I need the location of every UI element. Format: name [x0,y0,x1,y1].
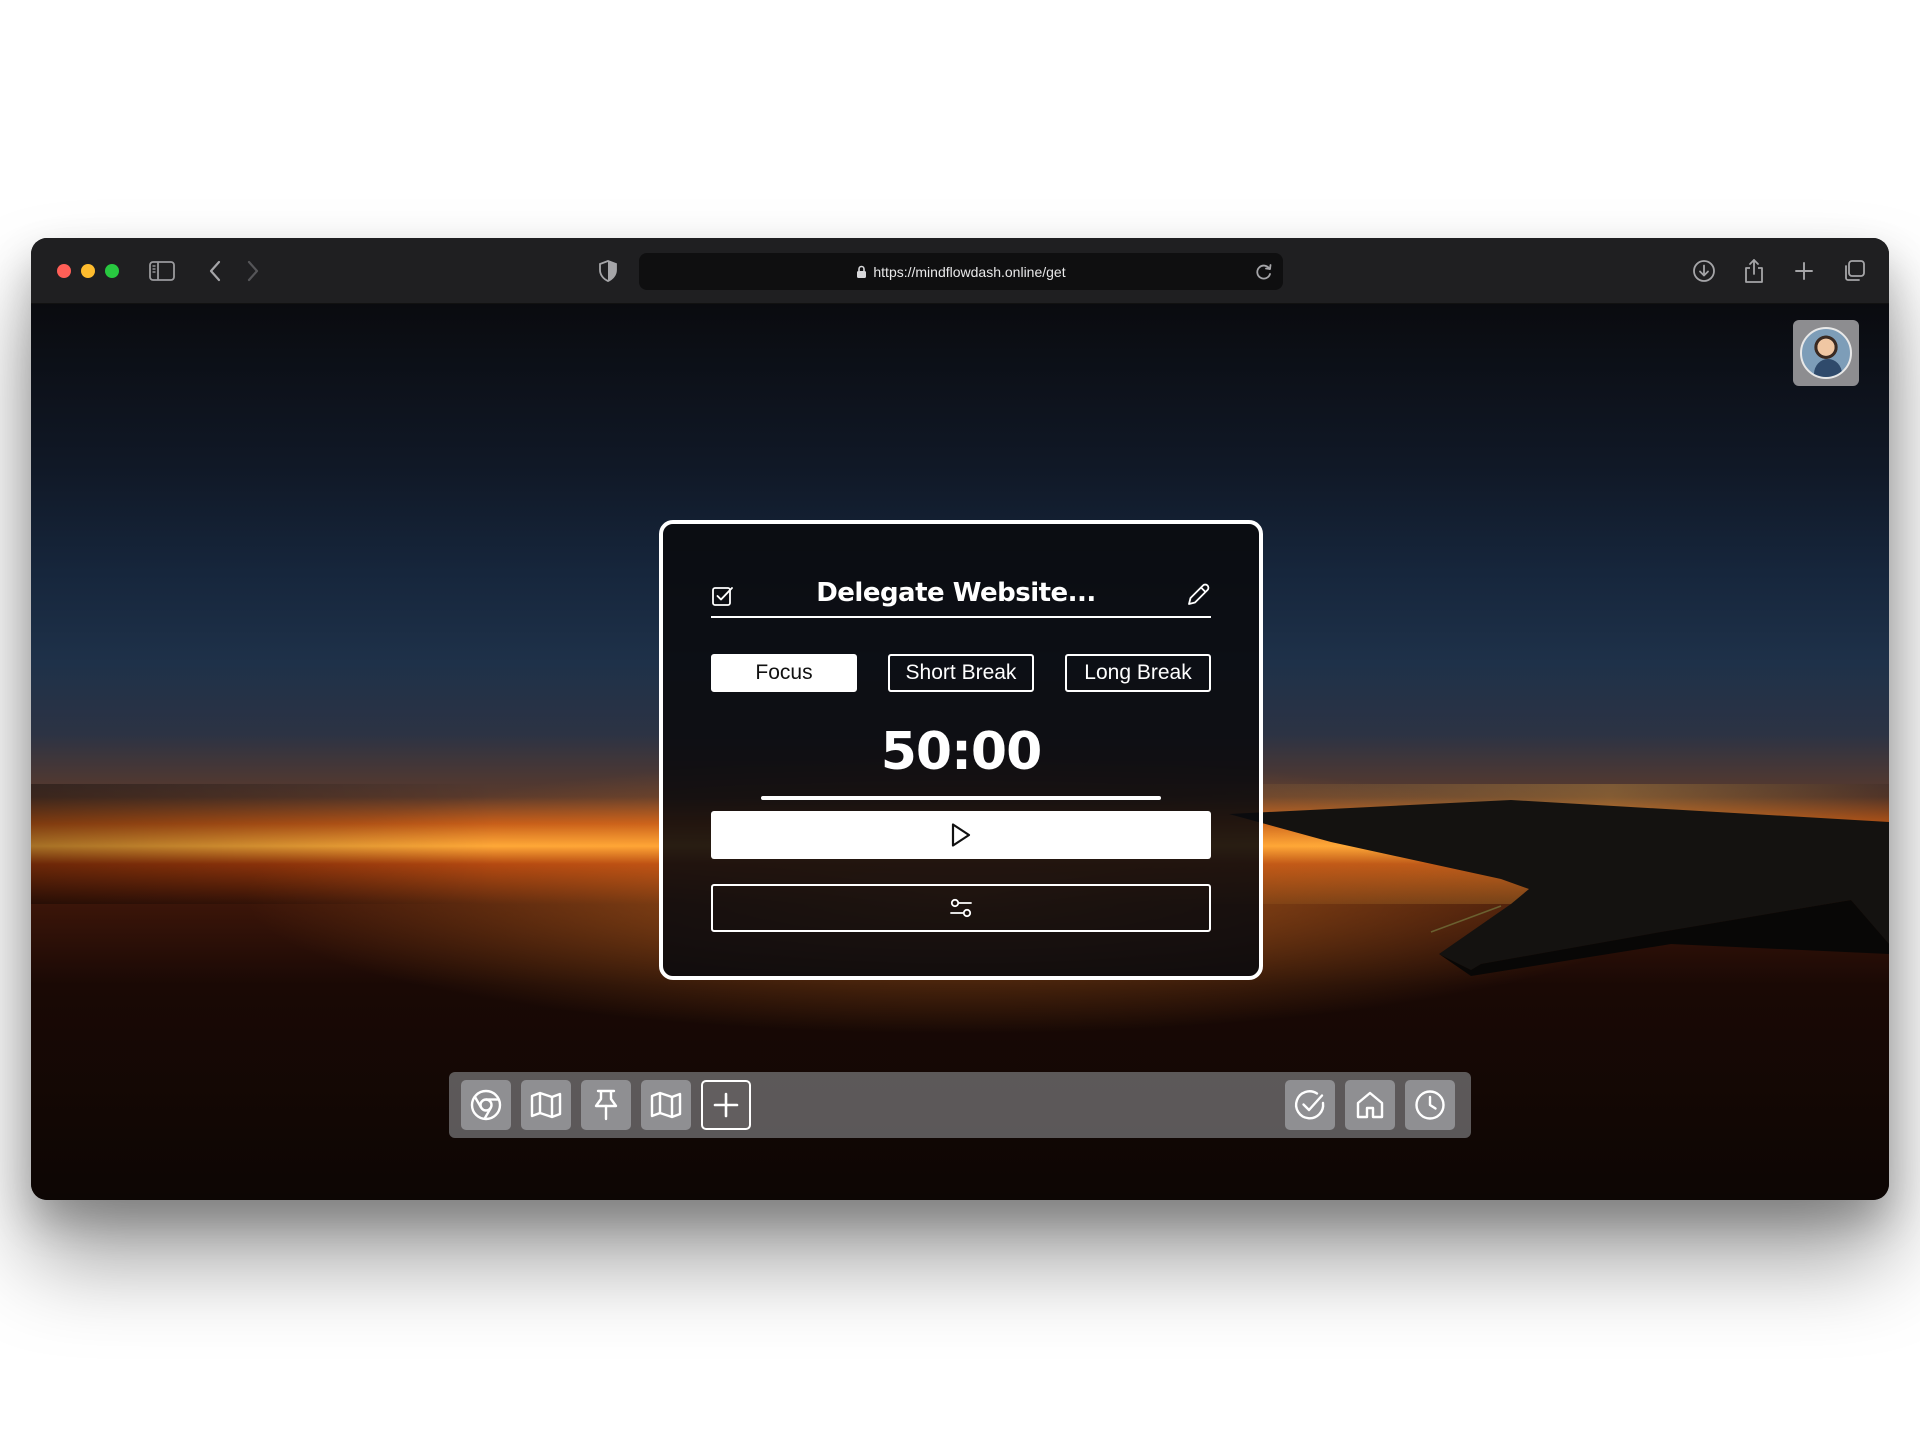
plus-icon [713,1092,739,1118]
downloads-button[interactable] [1688,255,1720,287]
app-dock [449,1072,1471,1138]
zoom-window-button[interactable] [105,264,119,278]
tab-overview-icon [1845,260,1865,281]
tab-long-break[interactable]: Long Break [1065,654,1211,692]
dock-home-button[interactable] [1345,1080,1395,1130]
address-bar[interactable]: https://mindflowdash.online/get [639,253,1283,290]
browser-toolbar: https://mindflowdash.online/get [31,238,1889,304]
download-icon [1693,260,1715,282]
map-icon [650,1091,682,1119]
pomodoro-card: Delegate Website... Focus Short Break Lo… [659,520,1263,980]
browser-window: https://mindflowdash.online/get Delegate… [31,238,1889,1200]
forward-button[interactable] [237,255,269,287]
new-tab-button[interactable] [1788,255,1820,287]
home-icon [1356,1091,1384,1119]
dock-pin-button[interactable] [581,1080,631,1130]
url-text: https://mindflowdash.online/get [873,263,1066,280]
sliders-icon [950,898,972,918]
timer-progress-fill [761,796,1161,800]
minimize-window-button[interactable] [81,264,95,278]
clock-icon [1415,1090,1445,1120]
current-task-row: Delegate Website... [711,576,1211,618]
timer-progress-bar [761,796,1161,800]
sidebar-icon [149,261,175,281]
dock-clock-button[interactable] [1405,1080,1455,1130]
checkbox-icon[interactable] [711,584,735,608]
tab-focus[interactable]: Focus [711,654,857,692]
profile-button[interactable] [1793,320,1859,386]
dock-chrome-button[interactable] [461,1080,511,1130]
start-timer-button[interactable] [711,811,1211,859]
privacy-report-button[interactable] [592,255,624,287]
share-icon [1745,259,1763,283]
lock-icon [856,265,867,279]
pin-icon [594,1089,618,1121]
avatar [1800,327,1852,379]
dock-tasks-button[interactable] [1285,1080,1335,1130]
chrome-icon [470,1089,502,1121]
timer-settings-button[interactable] [711,884,1211,932]
check-circle-icon [1295,1090,1325,1120]
back-button[interactable] [199,255,231,287]
chevron-right-icon [247,260,259,282]
map-icon [530,1091,562,1119]
tab-short-break[interactable]: Short Break [888,654,1034,692]
chevron-left-icon [209,260,221,282]
dock-add-button[interactable] [701,1080,751,1130]
pencil-icon[interactable] [1185,582,1211,608]
tab-overview-button[interactable] [1838,255,1870,287]
close-window-button[interactable] [57,264,71,278]
dock-map-button[interactable] [521,1080,571,1130]
dock-map-button-2[interactable] [641,1080,691,1130]
task-title: Delegate Website... [816,578,1096,608]
share-button[interactable] [1738,255,1770,287]
play-icon [951,823,971,847]
sidebar-toggle-button[interactable] [146,255,178,287]
privacy-shield-icon [599,260,617,282]
timer-display: 50:00 [880,722,1043,782]
reload-button[interactable] [1253,261,1275,283]
plus-icon [1795,262,1813,280]
dashboard-page: Delegate Website... Focus Short Break Lo… [31,304,1889,1200]
reload-icon [1256,264,1272,280]
timer-mode-tabs: Focus Short Break Long Break [711,654,1211,692]
